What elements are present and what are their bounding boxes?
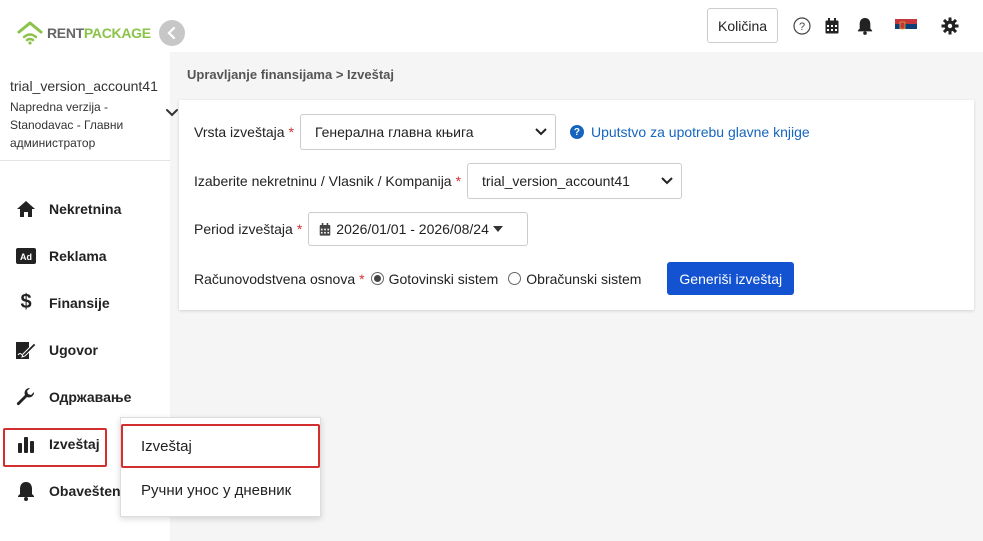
report-type-label: Vrsta izveštaja xyxy=(194,124,285,140)
home-icon xyxy=(15,198,37,220)
bell-icon xyxy=(15,480,37,502)
report-form-card: Vrsta izveštaja * Генерална главна књига… xyxy=(179,100,974,310)
wifi-house-logo-icon xyxy=(17,21,43,45)
account-name: trial_version_account41 xyxy=(10,78,158,94)
basis-row: Računovodstvena osnova * Gotovinski sist… xyxy=(194,262,795,295)
sidebar-item-nekretnina[interactable]: Nekretnina xyxy=(0,185,170,232)
sidebar-item-label: Reklama xyxy=(49,247,107,264)
serbian-flag-icon[interactable] xyxy=(894,16,918,36)
radio-button[interactable] xyxy=(508,272,522,285)
generate-report-button[interactable]: Generiši izveštaj xyxy=(667,262,795,295)
quantity-button[interactable]: Količina xyxy=(707,8,778,43)
gear-icon[interactable] xyxy=(940,16,960,36)
chevron-down-icon xyxy=(535,128,547,136)
report-type-select[interactable]: Генерална главна књига xyxy=(299,114,556,150)
top-bar: Količina ? xyxy=(170,0,983,52)
help-link[interactable]: ? Uputstvo za upotrebu glavne knjige xyxy=(569,124,810,140)
sidebar-item-label: Obaveštenj xyxy=(49,482,125,499)
calendar-icon[interactable] xyxy=(822,16,842,36)
chevron-left-icon xyxy=(167,27,176,39)
breadcrumb: Upravljanje finansijama > Izveštaj xyxy=(187,67,395,82)
required-mark: * xyxy=(288,124,294,140)
radio-cash-basis[interactable]: Gotovinski sistem xyxy=(370,270,499,287)
required-mark: * xyxy=(455,173,462,189)
report-type-row: Vrsta izveštaja * Генерална главна књига… xyxy=(194,114,810,150)
wrench-icon xyxy=(15,386,37,408)
account-role: Napredna verzija - Stanodavac - Главни а… xyxy=(10,100,124,150)
property-label: Izaberite nekretninu / Vlasnik / Kompani… xyxy=(194,173,452,189)
svg-text:?: ? xyxy=(799,21,805,33)
bar-chart-icon xyxy=(15,433,37,455)
contract-icon xyxy=(15,339,37,361)
sidebar-item-label: Nekretnina xyxy=(49,200,122,217)
bell-icon[interactable] xyxy=(855,16,875,36)
submenu-item-manual-journal[interactable]: Ручни унос у дневник xyxy=(121,468,320,512)
ad-icon: Ad xyxy=(15,245,37,267)
help-icon[interactable]: ? xyxy=(792,16,812,36)
question-circle-icon: ? xyxy=(569,125,584,139)
svg-text:Ad: Ad xyxy=(20,252,32,262)
logo-text: RENTPACKAGE xyxy=(47,25,151,41)
radio-label: Obračunski sistem xyxy=(526,270,642,287)
property-row: Izaberite nekretninu / Vlasnik / Kompani… xyxy=(194,163,683,199)
dollar-icon: $ xyxy=(20,291,32,313)
sidebar-collapse-button[interactable] xyxy=(159,20,185,46)
calendar-icon xyxy=(320,222,331,236)
sidebar-item-finansije[interactable]: $ Finansije xyxy=(0,279,170,326)
period-label: Period izveštaja xyxy=(194,221,293,237)
sidebar-item-label: Izveštaj xyxy=(49,435,100,452)
property-select[interactable]: trial_version_account41 xyxy=(467,163,683,199)
date-range-picker[interactable]: 2026/01/01 - 2026/08/24 xyxy=(308,212,529,246)
chevron-down-icon[interactable] xyxy=(165,108,179,118)
submenu-item-izvestaj[interactable]: Izveštaj xyxy=(121,424,320,468)
divider xyxy=(0,160,170,161)
sidebar-item-label: Finansije xyxy=(49,294,110,311)
help-link-text: Uputstvo za upotrebu glavne knjige xyxy=(590,124,810,140)
sidebar-item-ugovor[interactable]: Ugovor xyxy=(0,326,170,373)
required-mark: * xyxy=(296,221,303,237)
required-mark: * xyxy=(359,270,365,287)
radio-label: Gotovinski sistem xyxy=(388,270,499,287)
sidebar-item-label: Ugovor xyxy=(49,341,98,358)
logo[interactable]: RENTPACKAGE xyxy=(17,20,151,46)
report-submenu: Izveštaj Ручни унос у дневник xyxy=(120,417,321,517)
sidebar-item-reklama[interactable]: Ad Reklama xyxy=(0,232,170,279)
period-value: 2026/01/01 - 2026/08/24 xyxy=(336,221,489,237)
period-row: Period izveštaja * 2026/01/01 - 2026/08/… xyxy=(194,212,529,246)
sidebar-item-odrzavanje[interactable]: Одржавање xyxy=(0,373,170,420)
account-info[interactable]: trial_version_account41 Napredna verzija… xyxy=(10,78,160,152)
sidebar-item-label: Одржавање xyxy=(49,388,132,405)
report-type-value: Генерална главна књига xyxy=(314,124,474,140)
radio-accrual-basis[interactable]: Obračunski sistem xyxy=(508,271,641,287)
basis-label: Računovodstvena osnova xyxy=(194,270,356,287)
caret-down-icon xyxy=(492,226,503,232)
property-value: trial_version_account41 xyxy=(482,173,630,189)
chevron-down-icon xyxy=(661,177,673,185)
radio-button-checked[interactable] xyxy=(370,272,384,285)
